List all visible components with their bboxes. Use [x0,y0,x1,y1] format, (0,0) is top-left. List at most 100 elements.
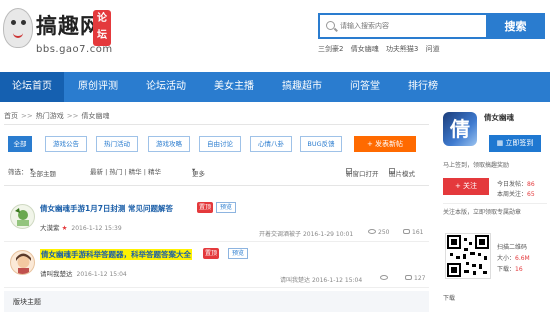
comment-icon [403,229,410,234]
breadcrumb: 首页 >> 热门游戏 >> 倩女幽魂 [4,111,109,121]
app-size-value: 6.6M [515,255,530,262]
nav-item-market[interactable]: 搞趣超市 [268,72,336,102]
eye-icon [380,275,388,280]
total-follows: 本周关注：65 [497,189,535,198]
today-posts-label: 今日发帖： [497,181,528,188]
total-follows-value: 65 [527,191,535,198]
divider [4,124,429,125]
tab-bug-report[interactable]: BUG反馈 [300,136,342,152]
nav-item-qa[interactable]: 问答堂 [336,72,394,102]
new-post-button[interactable]: + 发表新帖 [354,136,416,152]
last-reply-user[interactable]: 请叫我楚达 [280,277,310,284]
thread-author: 大漠紫 ★ 2016-1-12 15:39 [40,222,122,232]
hot-keyword[interactable]: 问道 [426,45,440,53]
follow-note: 关注本版，立即领取专属勋章 [443,209,522,216]
tab-guides[interactable]: 游戏攻略 [148,136,190,152]
app-size-label: 大小： [497,255,516,262]
reply-count: 161 [403,229,423,236]
post-date: 2016-1-12 15:04 [76,271,127,278]
hot-keyword[interactable]: 倩女幽魂 [351,45,379,53]
last-reply-date: 2016-1-12 15:04 [311,277,363,284]
thread-row[interactable]: 倩女幽魂手游1月7日封测 常见问题解答 置顶 预览 大漠紫 ★ 2016-1-12… [4,198,429,242]
thread-title[interactable]: 倩女幽魂手游科举答题器，科举答题答案大全 [40,249,192,260]
download-count: 下载：16 [497,264,523,273]
signin-button[interactable]: ▦ 立即签到 [489,135,541,152]
nav-item-home[interactable]: 论坛首页 [0,72,64,102]
filter-more-label: 更多 [192,170,205,178]
game-icon[interactable]: 倩 [443,112,477,146]
signin-label: 立即签到 [505,139,534,147]
preview-button[interactable]: 预览 [228,248,249,259]
hot-keyword[interactable]: 三剑豪2 [318,45,343,53]
nav-item-reviews[interactable]: 原创评测 [64,72,132,102]
follow-button[interactable]: + 关注 [443,178,489,195]
nav-item-rankings[interactable]: 排行榜 [394,72,452,102]
eye-icon [368,229,376,234]
breadcrumb-current: 倩女幽魂 [81,112,110,120]
pinned-badge: 置顶 [197,202,214,213]
image-mode-label: 图片模式 [389,170,415,178]
thread-row[interactable]: 倩女幽魂手游科举答题器，科举答题答案大全 置顶 预览 请叫我楚达 2016-1-1… [4,244,429,288]
search-bar: 搜索 [318,13,545,39]
nav-item-streamers[interactable]: 美女主播 [200,72,268,102]
last-reply: 开着交调酒被子 2016-1-29 10:01 [259,229,353,238]
pinned-badge: 置顶 [203,248,220,259]
site-domain: bbs.gao7.com [36,44,113,55]
filter-label: 筛选： [8,168,28,176]
breadcrumb-section[interactable]: 热门游戏 [36,112,64,120]
game-name[interactable]: 倩女幽魂 [484,112,514,123]
tab-gossip[interactable]: 心情八卦 [250,136,292,152]
filter-more[interactable]: 更多 ▾ [192,166,205,178]
last-reply: 请叫我楚达 2016-1-12 15:04 [280,275,362,284]
search-input[interactable] [340,18,480,34]
tab-all[interactable]: 全部 [8,136,32,152]
nav-item-events[interactable]: 论坛活动 [132,72,200,102]
view-count [380,275,390,282]
qr-code[interactable] [445,233,491,279]
download-count-value: 16 [515,266,523,273]
avatar[interactable] [10,250,35,275]
mascot-icon [3,8,33,48]
filter-all-topics[interactable]: 全部主题 ▾ [30,166,56,178]
site-logo[interactable]: 搞趣网 论坛 bbs.gao7.com [3,4,115,60]
preview-button[interactable]: 预览 [216,202,237,213]
last-reply-user[interactable]: 开着交调酒被子 [259,231,301,238]
total-follows-label: 本周关注： [497,191,528,198]
view-count: 250 [368,229,389,236]
filter-all-topics-label: 全部主题 [30,170,56,178]
app-size: 大小：6.6M [497,253,530,262]
tab-events[interactable]: 热门活动 [96,136,138,152]
breadcrumb-sep: >> [21,112,33,120]
medal-icon: ★ [61,224,68,232]
tab-discussion[interactable]: 自由讨论 [199,136,241,152]
download-link[interactable]: 下载 [443,293,455,302]
breadcrumb-sep: >> [66,112,79,120]
sort-options[interactable]: 最新 | 热门 | 精华 | 精华 [90,166,161,176]
reply-count-value: 161 [412,229,424,236]
new-window-label: 新窗口打开 [346,170,379,178]
reply-count: 127 [405,275,425,282]
divider [443,203,547,204]
sidebar: 倩 倩女幽魂 ▦ 立即签到 马上签到，领取搞趣奖励 + 关注 今日发帖：86 本… [437,108,550,312]
site-header: 搞趣网 论坛 bbs.gao7.com 搜索 三剑豪2 倩女幽魂 功夫熊猫3 问… [0,0,550,70]
view-count-value: 250 [378,229,390,236]
tab-announcements[interactable]: 游戏公告 [45,136,87,152]
hot-keyword[interactable]: 功夫熊猫3 [386,45,418,53]
author-name[interactable]: 大漠紫 [40,224,60,232]
divider [4,185,429,186]
post-date: 2016-1-12 15:39 [71,225,122,232]
today-posts-value: 86 [527,181,535,188]
reply-count-value: 127 [414,275,426,282]
search-button[interactable]: 搜索 [486,13,545,39]
comment-icon [405,275,412,280]
thread-author: 请叫我楚达 2016-1-12 15:04 [40,268,127,278]
download-count-label: 下载： [497,266,516,273]
avatar[interactable] [10,204,35,229]
scan-label: 扫描二维码 [497,244,528,251]
last-reply-date: 2016-1-29 10:01 [302,231,354,238]
breadcrumb-home[interactable]: 首页 [4,112,18,120]
today-posts: 今日发帖：86 [497,179,535,188]
signin-note: 马上签到，领取搞趣奖励 [443,162,510,169]
author-name[interactable]: 请叫我楚达 [40,270,73,278]
thread-title[interactable]: 倩女幽魂手游1月7日封测 常见问题解答 [40,203,173,214]
